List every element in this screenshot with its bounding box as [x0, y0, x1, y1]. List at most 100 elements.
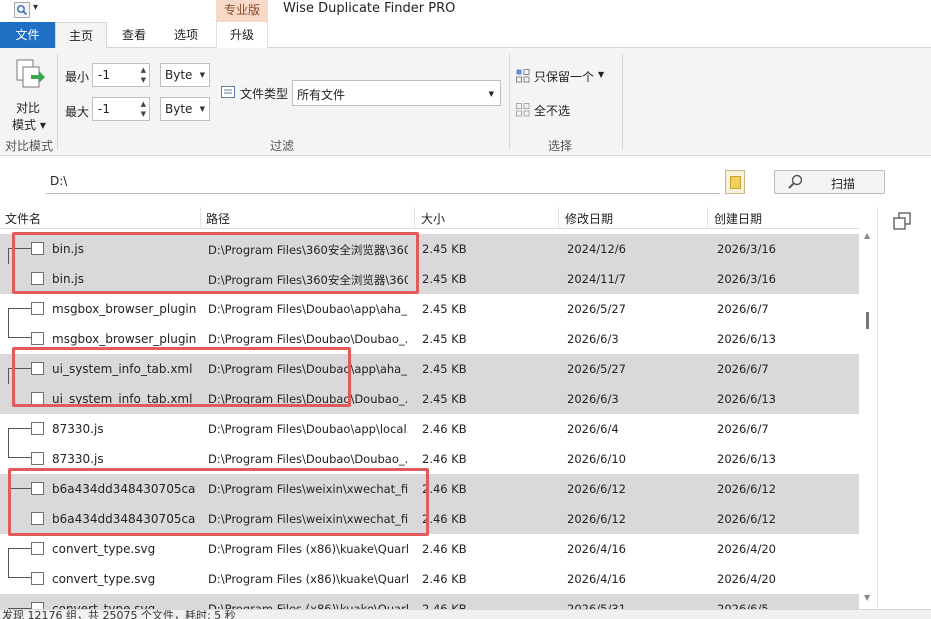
table-row[interactable]: convert_type.svg D:\Program Files (x86)\k…	[0, 564, 859, 594]
file-path-cell: D:\Program Files\Doubao\Doubao_...	[208, 392, 408, 406]
tab-view[interactable]: 查看	[110, 22, 158, 48]
table-row[interactable]: ui_system_info_tab.xml D:\Program Files\D…	[0, 354, 859, 384]
tab-upgrade[interactable]: 升级	[216, 22, 268, 48]
vertical-scrollbar[interactable]: ▲ ▼	[859, 229, 877, 609]
copy-icon[interactable]	[893, 212, 911, 230]
modified-date-cell: 2026/4/16	[567, 542, 626, 556]
table-row[interactable]: bin.js D:\Program Files\360安全浏览器\360... 2.…	[0, 234, 859, 264]
column-header-modified[interactable]: 修改日期	[565, 210, 613, 227]
row-checkbox[interactable]	[31, 452, 44, 465]
table-row[interactable]: convert_type.svg D:\Program Files (x86)\k…	[0, 594, 859, 609]
spin-up-icon[interactable]: ▲	[141, 66, 146, 74]
pro-badge: 专业版	[216, 0, 268, 22]
row-checkbox[interactable]	[31, 362, 44, 375]
spin-down-icon[interactable]: ▼	[141, 110, 146, 118]
scan-button[interactable]: 扫描	[774, 170, 885, 194]
browse-folder-button[interactable]	[725, 170, 745, 194]
ribbon-separator	[57, 54, 58, 150]
created-date-cell: 2026/6/7	[717, 302, 769, 316]
row-checkbox[interactable]	[31, 422, 44, 435]
min-size-spinner[interactable]: -1 ▲ ▼	[92, 63, 150, 87]
table-row[interactable]: msgbox_browser_plugin_... D:\Program File…	[0, 294, 859, 324]
row-checkbox[interactable]	[31, 392, 44, 405]
file-size-cell: 2.46 KB	[422, 452, 467, 466]
file-size-cell: 2.45 KB	[422, 302, 467, 316]
created-date-cell: 2026/6/13	[717, 392, 776, 406]
modified-date-cell: 2026/6/12	[567, 512, 626, 526]
column-separator[interactable]	[558, 207, 559, 229]
modified-date-cell: 2026/6/3	[567, 332, 619, 346]
scan-path-value: D:\	[50, 174, 68, 188]
row-checkbox[interactable]	[31, 482, 44, 495]
file-name-cell: convert_type.svg	[52, 542, 156, 556]
group-label-compare: 对比模式	[5, 139, 54, 153]
file-size-cell: 2.46 KB	[422, 542, 467, 556]
created-date-cell: 2026/4/20	[717, 572, 776, 586]
deselect-all-button[interactable]: 全不选	[534, 102, 570, 119]
tab-home[interactable]: 主页	[55, 22, 107, 49]
row-checkbox[interactable]	[31, 242, 44, 255]
min-unit-select[interactable]: Byte ▼	[160, 63, 210, 87]
scrollbar-thumb[interactable]	[866, 312, 869, 329]
column-header-size[interactable]: 大小	[421, 210, 445, 227]
compare-mode-label-1: 对比	[16, 101, 41, 115]
file-path-cell: D:\Program Files\weixin\xwechat_fil...	[208, 512, 408, 526]
row-checkbox[interactable]	[31, 542, 44, 555]
scan-path-input[interactable]: D:\	[46, 170, 720, 194]
file-path-cell: D:\Program Files\360安全浏览器\360...	[208, 273, 408, 287]
row-checkbox[interactable]	[31, 302, 44, 315]
file-size-cell: 2.46 KB	[422, 512, 467, 526]
table-row[interactable]: ui_system_info_tab.xml D:\Program Files\D…	[0, 384, 859, 414]
file-size-cell: 2.45 KB	[422, 332, 467, 346]
compare-mode-button[interactable]: 对比 模式 ▾	[6, 56, 50, 132]
max-unit-value: Byte	[165, 102, 193, 116]
app-search-icon[interactable]	[14, 2, 30, 18]
modified-date-cell: 2026/6/3	[567, 392, 619, 406]
spin-down-icon[interactable]: ▼	[141, 76, 146, 84]
modified-date-cell: 2026/6/4	[567, 422, 619, 436]
file-type-icon	[221, 86, 235, 98]
spin-up-icon[interactable]: ▲	[141, 100, 146, 108]
modified-date-cell: 2026/5/27	[567, 302, 626, 316]
column-separator[interactable]	[414, 207, 415, 229]
created-date-cell: 2026/4/20	[717, 542, 776, 556]
keep-one-dropdown-icon[interactable]: ▼	[598, 70, 604, 79]
tab-file[interactable]: 文件	[0, 22, 55, 48]
table-row[interactable]: 87330.js D:\Program Files\Doubao\app\loca…	[0, 414, 859, 444]
table-row[interactable]: 87330.js D:\Program Files\Doubao\Doubao_.…	[0, 444, 859, 474]
file-name-cell: msgbox_browser_plugin_...	[52, 332, 196, 346]
row-checkbox[interactable]	[31, 272, 44, 285]
column-header-created[interactable]: 创建日期	[714, 210, 762, 227]
file-path-cell: D:\Program Files (x86)\kuake\Quark...	[208, 542, 408, 556]
row-checkbox[interactable]	[31, 572, 44, 585]
table-row[interactable]: b6a434dd348430705cafbf... D:\Program File…	[0, 504, 859, 534]
column-header-path[interactable]: 路径	[206, 210, 230, 227]
tab-options[interactable]: 选项	[162, 22, 210, 48]
row-checkbox[interactable]	[31, 512, 44, 525]
row-checkbox[interactable]	[31, 332, 44, 345]
quick-access-dropdown-icon[interactable]: ▾	[33, 2, 38, 13]
file-name-cell: bin.js	[52, 242, 84, 256]
table-row[interactable]: bin.js D:\Program Files\360安全浏览器\360... 2.…	[0, 264, 859, 294]
table-row[interactable]: convert_type.svg D:\Program Files (x86)\k…	[0, 534, 859, 564]
table-header: 文件名 路径 大小 修改日期 创建日期	[0, 207, 859, 229]
keep-one-button[interactable]: 只保留一个	[534, 68, 594, 85]
created-date-cell: 2026/3/16	[717, 272, 776, 286]
max-unit-select[interactable]: Byte ▼	[160, 97, 210, 121]
column-separator[interactable]	[707, 207, 708, 229]
file-type-select[interactable]: 所有文件 ▼	[292, 80, 501, 106]
file-size-cell: 2.46 KB	[422, 572, 467, 586]
file-name-cell: convert_type.svg	[52, 602, 156, 609]
row-checkbox[interactable]	[31, 602, 44, 609]
file-path-cell: D:\Program Files\weixin\xwechat_fil...	[208, 482, 408, 496]
max-size-spinner[interactable]: -1 ▲ ▼	[92, 97, 150, 121]
table-row[interactable]: msgbox_browser_plugin_... D:\Program File…	[0, 324, 859, 354]
table-row[interactable]: b6a434dd348430705cafbf... D:\Program File…	[0, 474, 859, 504]
column-separator[interactable]	[200, 207, 201, 229]
min-size-label: 最小	[65, 70, 90, 84]
created-date-cell: 2026/6/5	[717, 602, 769, 609]
scroll-up-icon[interactable]: ▲	[864, 231, 870, 240]
scroll-down-icon[interactable]: ▼	[864, 593, 870, 602]
column-header-name[interactable]: 文件名	[5, 210, 41, 227]
file-name-cell: ui_system_info_tab.xml	[52, 362, 193, 376]
